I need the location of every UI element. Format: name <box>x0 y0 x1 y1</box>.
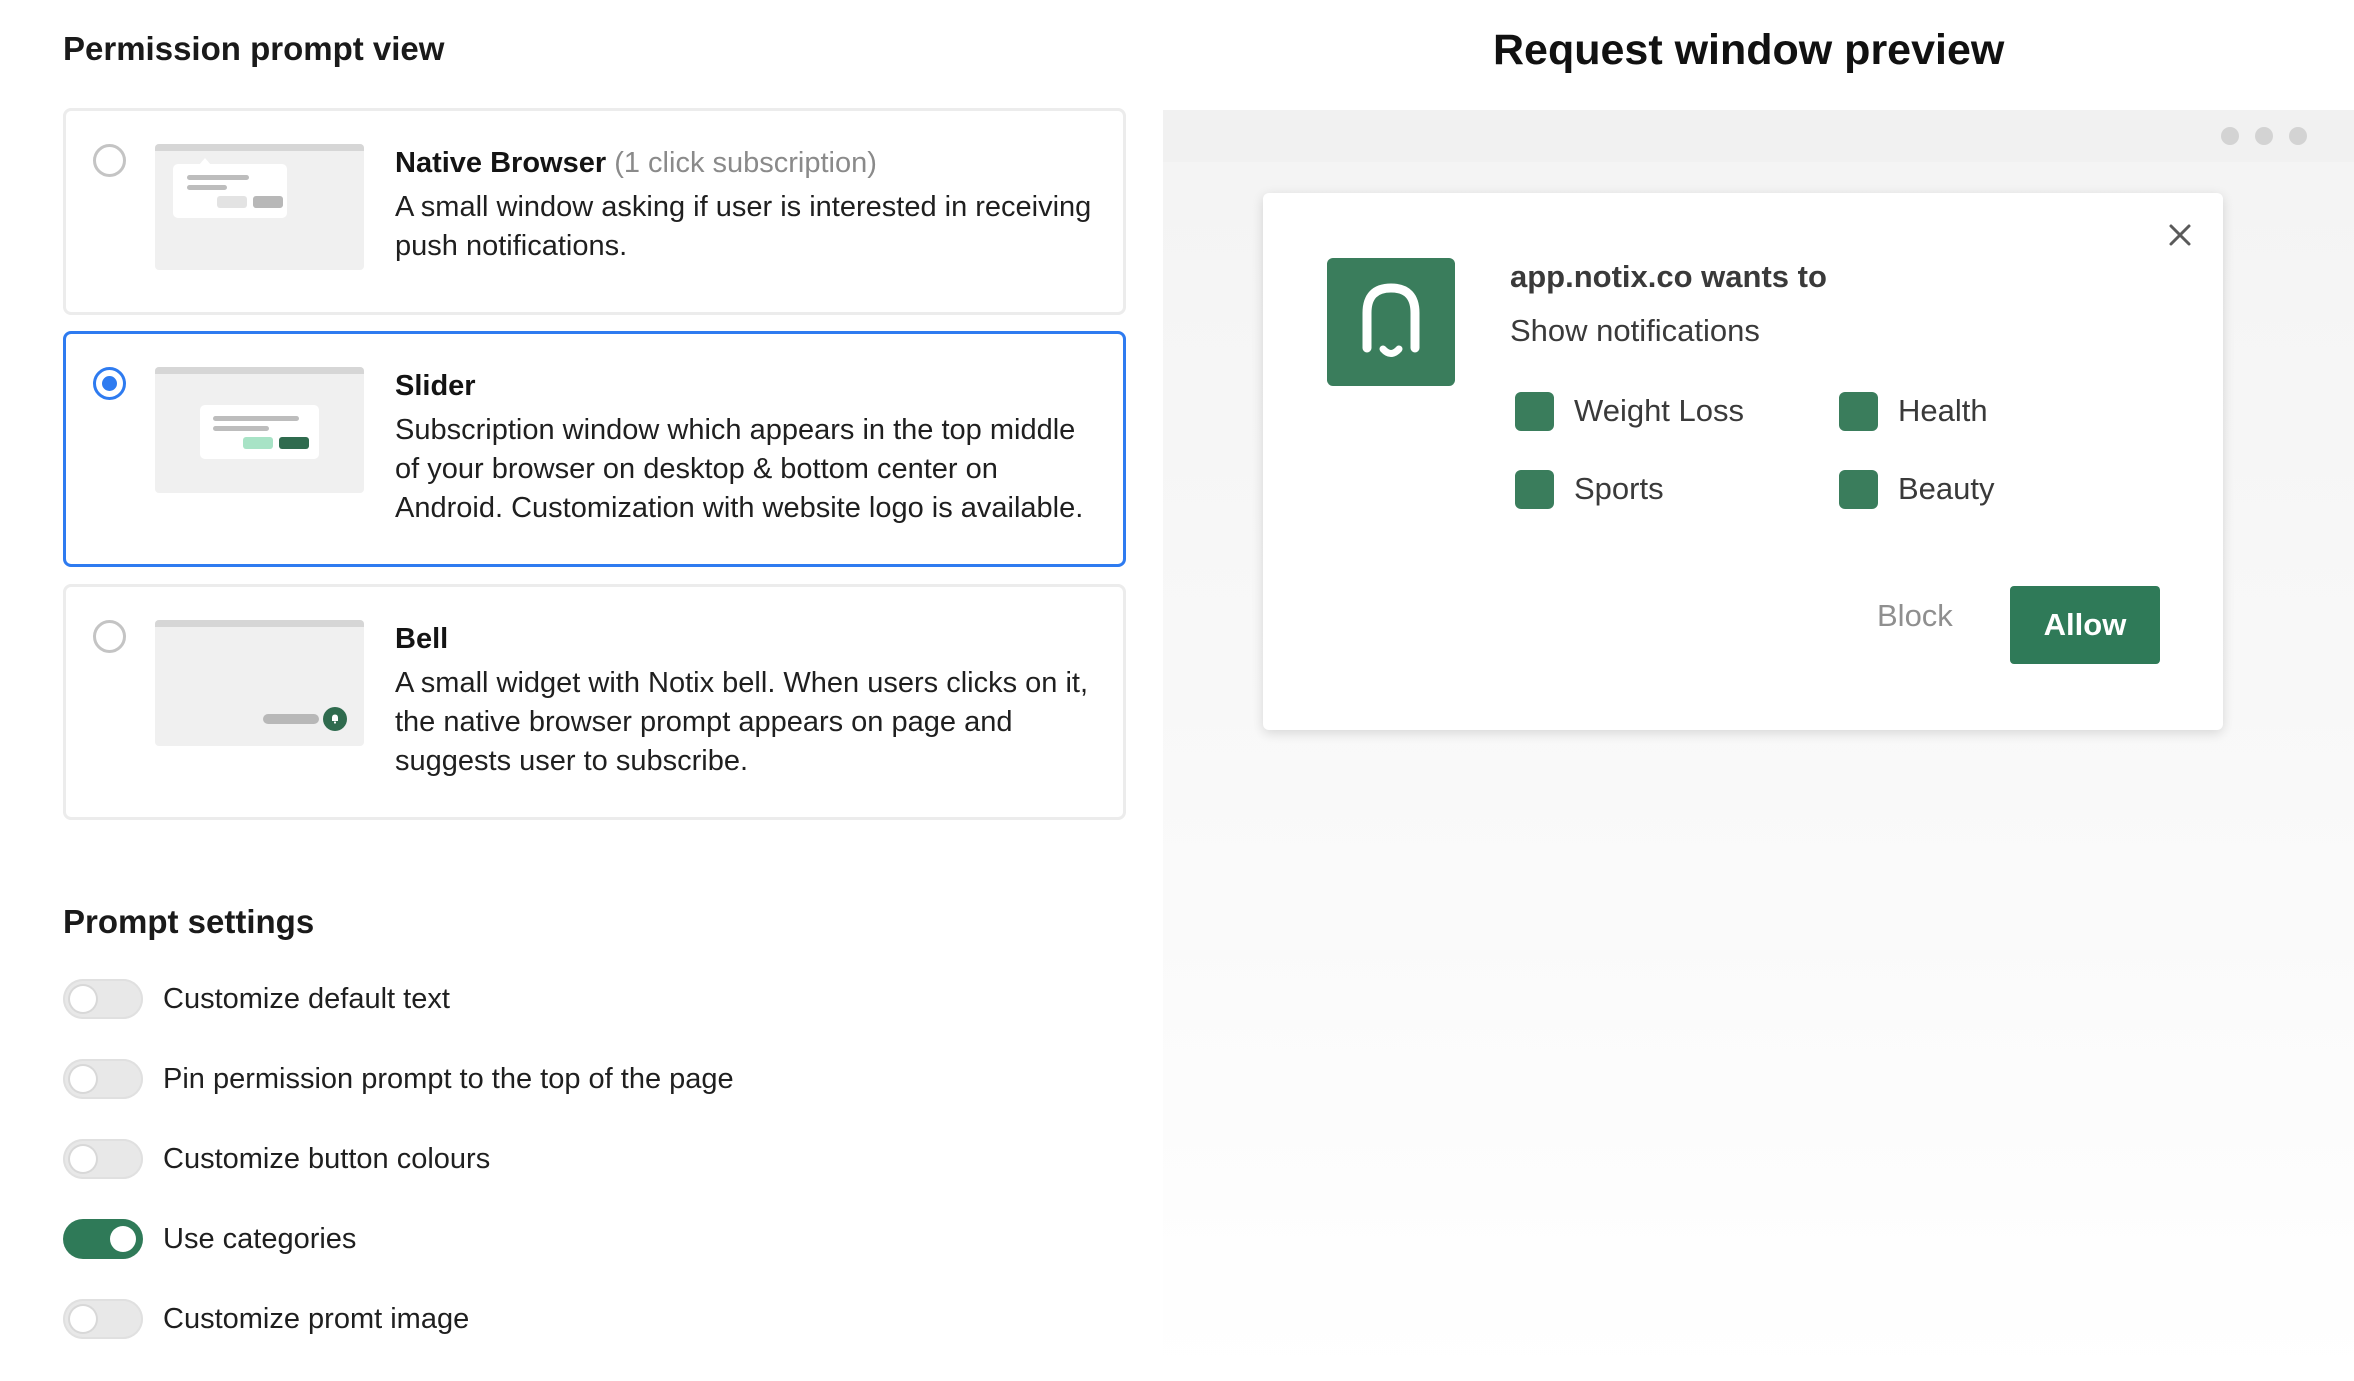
slider-thumbnail <box>155 367 364 493</box>
toggle-customize-prompt-image[interactable] <box>63 1299 143 1339</box>
notix-logo-icon <box>1362 283 1420 357</box>
bell-description: A small widget with Notix bell. When use… <box>395 667 1089 777</box>
request-window-preview-title: Request window preview <box>1493 26 2005 74</box>
bell-icon <box>323 707 347 731</box>
category-sports[interactable]: Sports <box>1515 469 1664 509</box>
toggle-use-categories[interactable] <box>63 1219 143 1259</box>
slider-title: Slider <box>395 370 476 402</box>
category-label: Health <box>1898 393 1988 428</box>
bell-title: Bell <box>395 623 449 655</box>
native-browser-description: A small window asking if user is interes… <box>395 191 1092 262</box>
radio-slider[interactable] <box>93 367 126 400</box>
option-card-native-browser[interactable]: Native Browser (1 click subscription) A … <box>63 108 1126 315</box>
category-checkbox[interactable] <box>1515 391 1554 431</box>
toggle-customize-button-colours[interactable] <box>63 1139 143 1179</box>
prompt-settings-title: Prompt settings <box>63 903 315 940</box>
setting-customize-prompt-image: Customize promt image <box>63 1299 469 1339</box>
radio-native-browser[interactable] <box>93 144 126 177</box>
category-label: Beauty <box>1898 471 1995 506</box>
category-label: Sports <box>1574 471 1664 506</box>
setting-customize-default-text: Customize default text <box>63 979 450 1019</box>
setting-customize-button-colours: Customize button colours <box>63 1139 490 1179</box>
permission-prompt-view-title: Permission prompt view <box>63 30 445 67</box>
setting-label: Use categories <box>163 1222 357 1255</box>
category-beauty[interactable]: Beauty <box>1839 469 1995 509</box>
window-dot-icon <box>2255 127 2273 145</box>
category-weight-loss[interactable]: Weight Loss <box>1515 391 1744 431</box>
site-logo <box>1327 258 1455 386</box>
allow-button[interactable]: Allow <box>2010 586 2160 664</box>
setting-label: Pin permission prompt to the top of the … <box>163 1062 734 1095</box>
toggle-customize-default-text[interactable] <box>63 979 143 1019</box>
permission-prompt-preview: app.notix.co wants to Show notifications… <box>1263 193 2223 730</box>
prompt-heading: app.notix.co wants to <box>1510 259 1827 294</box>
setting-use-categories: Use categories <box>63 1219 356 1259</box>
category-checkbox[interactable] <box>1839 391 1878 431</box>
setting-pin-prompt-top: Pin permission prompt to the top of the … <box>63 1059 734 1099</box>
setting-label: Customize button colours <box>163 1142 491 1175</box>
native-browser-note: (1 click subscription) <box>614 147 877 179</box>
bell-thumbnail <box>155 620 364 746</box>
category-health[interactable]: Health <box>1839 391 1988 431</box>
option-card-bell[interactable]: Bell A small widget with Notix bell. Whe… <box>63 584 1126 820</box>
category-label: Weight Loss <box>1574 393 1745 428</box>
toggle-pin-prompt-top[interactable] <box>63 1059 143 1099</box>
category-checkbox[interactable] <box>1515 469 1554 509</box>
window-dot-icon <box>2221 127 2239 145</box>
native-browser-title: Native Browser <box>395 147 607 179</box>
native-browser-thumbnail <box>155 144 364 270</box>
setting-label: Customize promt image <box>163 1302 470 1335</box>
window-dot-icon <box>2289 127 2307 145</box>
slider-description: Subscription window which appears in the… <box>395 414 1084 524</box>
category-checkbox[interactable] <box>1839 469 1878 509</box>
block-button[interactable]: Block <box>1877 598 1953 634</box>
close-icon[interactable] <box>2165 220 2195 250</box>
native-browser-title-wrap: Native Browser (1 click subscription) <box>395 147 1103 180</box>
option-card-slider[interactable]: Slider Subscription window which appears… <box>63 331 1126 567</box>
prompt-subheading: Show notifications <box>1510 313 1760 348</box>
radio-bell[interactable] <box>93 620 126 653</box>
setting-label: Customize default text <box>163 982 450 1015</box>
